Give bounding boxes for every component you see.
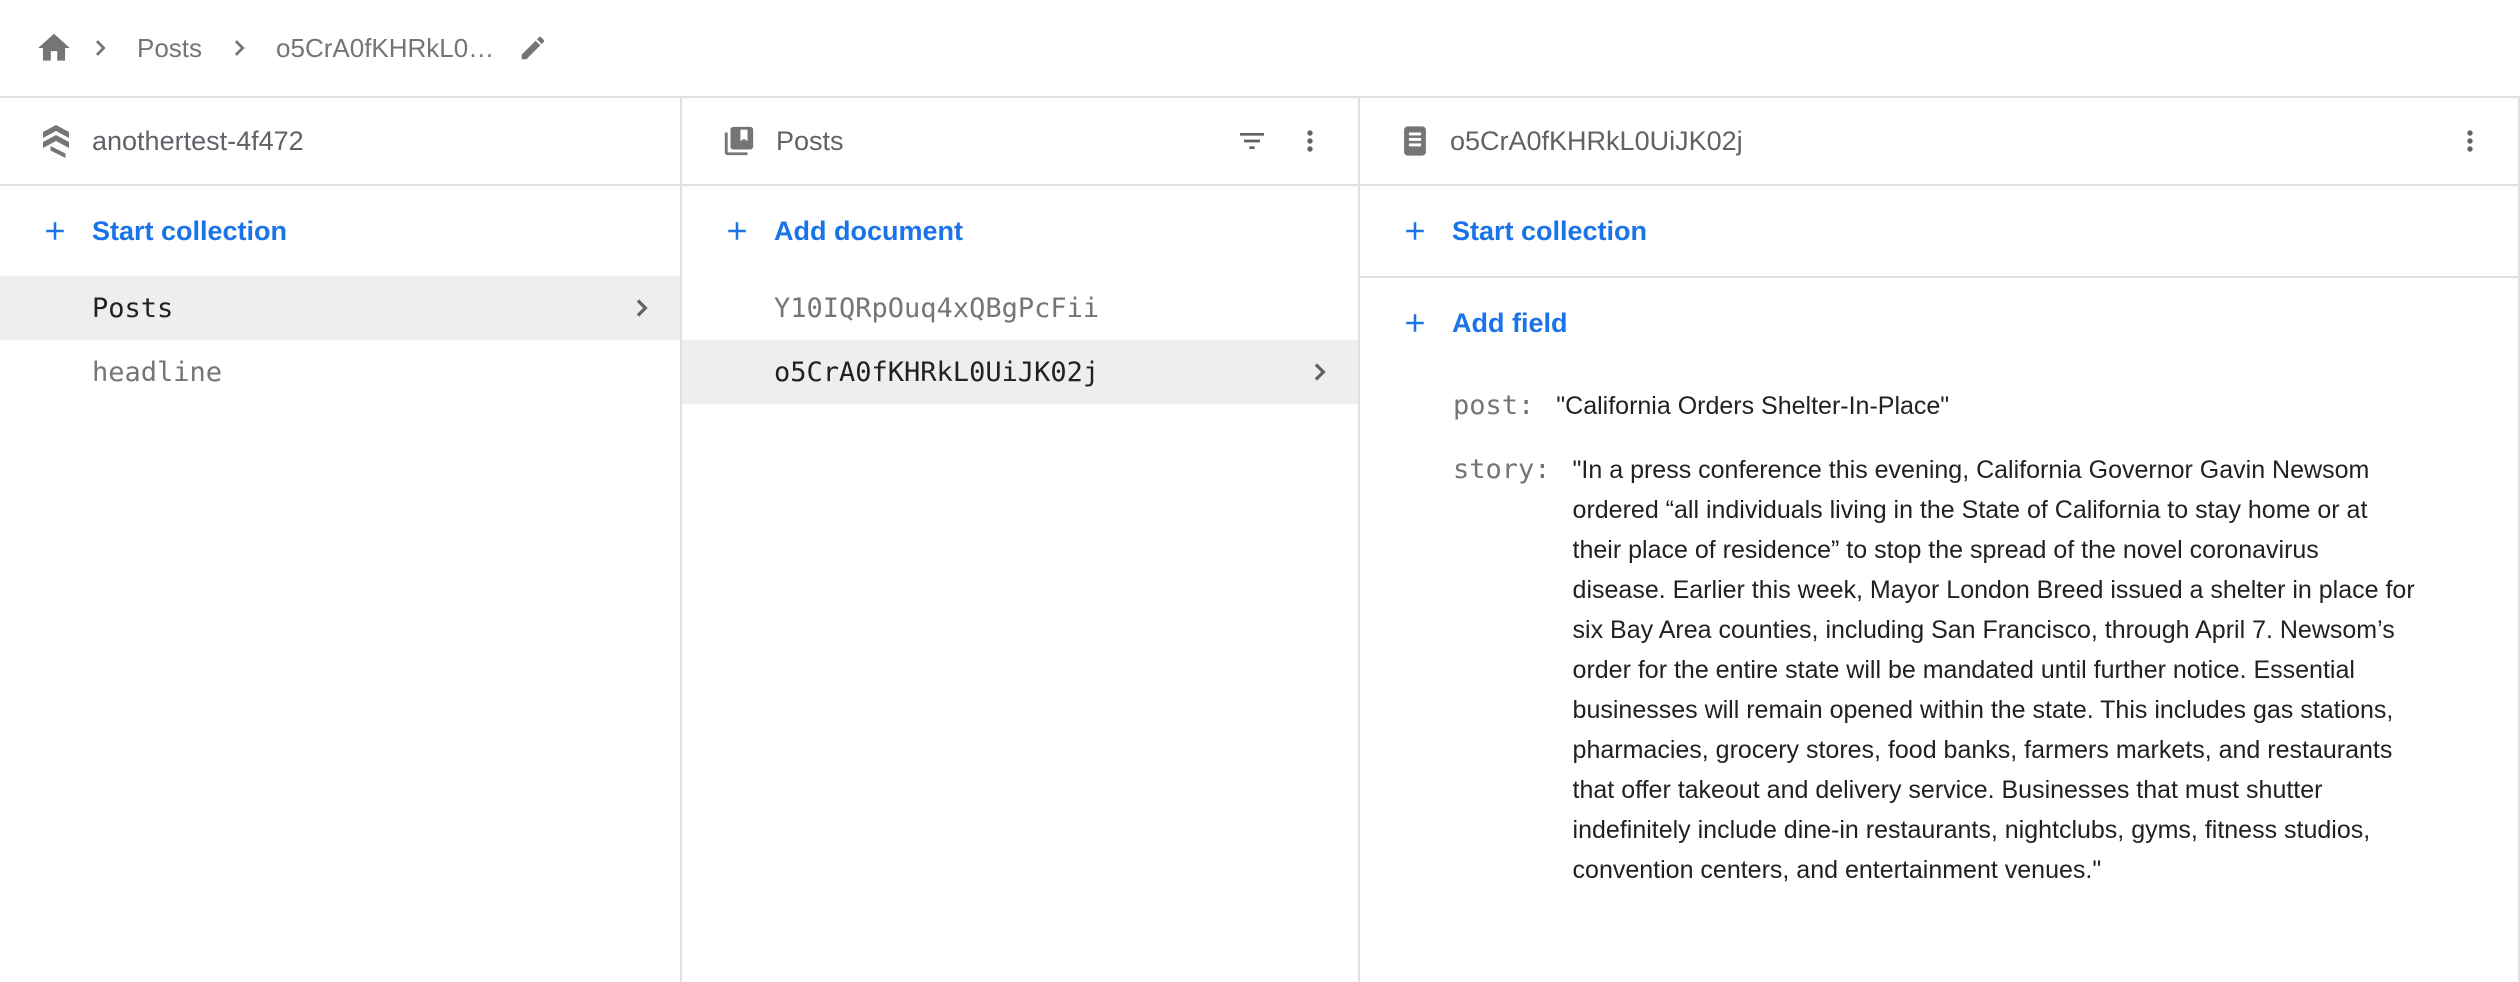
breadcrumb-item-document[interactable]: o5CrA0fKHRkL0… — [276, 33, 494, 64]
more-vert-icon[interactable] — [1294, 125, 1326, 157]
filter-icon[interactable] — [1236, 125, 1268, 157]
document-id: Y10IQRpOuq4xQBgPcFii — [774, 293, 1099, 324]
edit-pencil-icon[interactable] — [518, 33, 548, 63]
start-collection-button[interactable]: Start collection — [0, 186, 680, 276]
breadcrumb-item-collection[interactable]: Posts — [137, 33, 202, 64]
plus-icon — [1400, 216, 1430, 246]
field-name: post: — [1453, 386, 1534, 426]
more-vert-icon[interactable] — [2454, 125, 2486, 157]
documents-list: Y10IQRpOuq4xQBgPcFii o5CrA0fKHRkL0UiJK02… — [682, 276, 1358, 404]
collection-header: Posts — [682, 98, 1358, 186]
chevron-right-icon — [85, 33, 115, 63]
document-row-selected[interactable]: o5CrA0fKHRkL0UiJK02j — [682, 340, 1358, 404]
collection-row-headline[interactable]: headline — [0, 340, 680, 404]
database-root-panel: anothertest-4f472 Start collection Posts… — [0, 98, 682, 982]
collections-list: Posts headline — [0, 276, 680, 404]
start-collection-label: Start collection — [92, 216, 287, 247]
collection-name: Posts — [92, 293, 173, 324]
field-name: story: — [1453, 450, 1551, 490]
document-id: o5CrA0fKHRkL0UiJK02j — [774, 357, 1099, 388]
plus-icon — [1400, 308, 1430, 338]
start-collection-label: Start collection — [1452, 216, 1647, 247]
collection-row-posts[interactable]: Posts — [0, 276, 680, 340]
chevron-right-icon — [626, 293, 656, 323]
home-icon[interactable] — [35, 29, 73, 67]
chevron-right-icon — [224, 33, 254, 63]
field-row-post[interactable]: post: "California Orders Shelter-In-Plac… — [1453, 386, 2458, 426]
collection-name: headline — [92, 357, 222, 388]
add-document-label: Add document — [774, 216, 963, 247]
field-value: "In a press conference this evening, Cal… — [1573, 450, 2418, 890]
document-icon — [1400, 124, 1430, 158]
document-header: o5CrA0fKHRkL0UiJK02j — [1360, 98, 2518, 186]
collection-icon — [722, 124, 756, 158]
plus-icon — [40, 216, 70, 246]
database-root-header: anothertest-4f472 — [0, 98, 680, 186]
document-row[interactable]: Y10IQRpOuq4xQBgPcFii — [682, 276, 1358, 340]
firestore-logo-icon — [40, 121, 72, 161]
chevron-right-icon — [1304, 357, 1334, 387]
add-field-label: Add field — [1452, 308, 1568, 339]
field-value: "California Orders Shelter-In-Place" — [1556, 386, 1949, 426]
start-collection-button[interactable]: Start collection — [1360, 186, 2518, 276]
add-document-button[interactable]: Add document — [682, 186, 1358, 276]
database-title: anothertest-4f472 — [92, 126, 304, 157]
firestore-data-panels: anothertest-4f472 Start collection Posts… — [0, 98, 2520, 982]
breadcrumb: Posts o5CrA0fKHRkL0… — [0, 0, 2520, 98]
collection-panel: Posts Add document Y10IQRpOuq4xQBgPcFii … — [682, 98, 1360, 982]
add-field-button[interactable]: Add field — [1360, 278, 2518, 368]
plus-icon — [722, 216, 752, 246]
field-row-story[interactable]: story: "In a press conference this eveni… — [1453, 450, 2458, 890]
document-title: o5CrA0fKHRkL0UiJK02j — [1450, 126, 1743, 157]
document-panel: o5CrA0fKHRkL0UiJK02j Start collection Ad… — [1360, 98, 2520, 982]
collection-title: Posts — [776, 126, 844, 157]
document-fields: post: "California Orders Shelter-In-Plac… — [1360, 368, 2518, 890]
